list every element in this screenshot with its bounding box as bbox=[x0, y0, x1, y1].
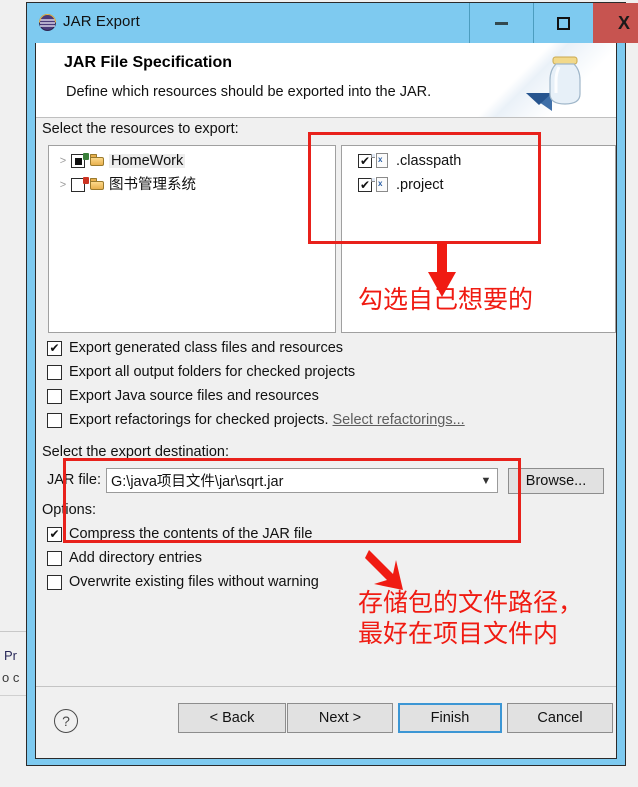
xml-file-icon: x bbox=[371, 177, 393, 193]
option-export-all-output-folders[interactable]: Export all output folders for checked pr… bbox=[47, 364, 355, 380]
checkbox-export-all-output-folders[interactable] bbox=[47, 364, 62, 380]
maximize-icon bbox=[557, 16, 570, 30]
close-button[interactable]: X bbox=[593, 3, 638, 43]
chevron-right-icon[interactable]: > bbox=[55, 155, 71, 167]
jar-export-icon bbox=[39, 14, 56, 31]
background-text-fragment-1: Pr bbox=[4, 648, 17, 663]
minimize-button[interactable] bbox=[469, 3, 533, 43]
finish-button[interactable]: Finish bbox=[398, 703, 502, 733]
back-button[interactable]: < Back bbox=[178, 703, 286, 733]
option-export-generated-class-files[interactable]: Export generated class files and resourc… bbox=[47, 340, 343, 356]
checkbox-export-refactorings[interactable] bbox=[47, 412, 62, 428]
option-overwrite-existing-files[interactable]: Overwrite existing files without warning bbox=[47, 574, 319, 590]
label-export-all-output-folders: Export all output folders for checked pr… bbox=[69, 364, 356, 380]
dialog-body: JAR File Specification Define which reso… bbox=[35, 43, 617, 759]
file-checkbox-classpath[interactable] bbox=[358, 154, 372, 168]
annotation-note-bottom-line1: 存储包的文件路径， bbox=[358, 588, 584, 617]
screen: Pr o c JAR Export X JAR File Specificati… bbox=[0, 0, 638, 787]
option-add-directory-entries[interactable]: Add directory entries bbox=[47, 550, 202, 566]
jar-file-input[interactable]: G:\java项目文件\jar\sqrt.jar ▼ bbox=[106, 468, 498, 493]
file-label-classpath: .classpath bbox=[396, 152, 462, 169]
minimize-icon bbox=[495, 21, 508, 25]
chevron-down-icon[interactable]: ▼ bbox=[475, 475, 497, 487]
project-folder-warning-icon bbox=[83, 177, 106, 193]
background-text-fragment-2: o c bbox=[2, 670, 20, 685]
tree-label-library-system: 图书管理系统 bbox=[109, 176, 196, 193]
resources-label: Select the resources to export: bbox=[42, 121, 239, 137]
option-export-refactorings[interactable]: Export refactorings for checked projects… bbox=[47, 412, 465, 428]
options-label: Options: bbox=[42, 502, 96, 518]
jar-export-dialog: JAR Export X JAR File Specification Defi… bbox=[26, 2, 638, 766]
label-compress-contents: Compress the contents of the JAR file bbox=[69, 526, 313, 542]
tree-label-homework: HomeWork bbox=[109, 152, 186, 169]
option-compress-contents[interactable]: Compress the contents of the JAR file bbox=[47, 526, 312, 542]
file-checkbox-project[interactable] bbox=[358, 178, 372, 192]
jar-file-label: JAR file: bbox=[47, 472, 101, 488]
option-export-java-source-files[interactable]: Export Java source files and resources bbox=[47, 388, 319, 404]
file-row-project[interactable]: x .project bbox=[342, 173, 615, 197]
maximize-button[interactable] bbox=[533, 3, 593, 43]
tree-row-homework[interactable]: > HomeWork bbox=[49, 149, 335, 173]
label-overwrite-existing-files: Overwrite existing files without warning bbox=[69, 574, 319, 590]
jar-bottle-icon bbox=[526, 56, 581, 111]
annotation-note-bottom-line2: 最好在项目文件内 bbox=[358, 619, 559, 648]
tree-row-library-system[interactable]: > 图书管理系统 bbox=[49, 173, 335, 197]
annotation-note-top: 勾选自己想要的 bbox=[358, 285, 534, 314]
close-icon: X bbox=[617, 13, 630, 33]
project-folder-icon bbox=[83, 153, 106, 169]
title-bar[interactable]: JAR Export X bbox=[27, 3, 638, 43]
help-icon[interactable]: ? bbox=[54, 709, 78, 733]
label-export-java-source-files: Export Java source files and resources bbox=[69, 388, 319, 404]
page-subtitle: Define which resources should be exporte… bbox=[66, 84, 432, 100]
jar-file-value: G:\java项目文件\jar\sqrt.jar bbox=[111, 474, 284, 490]
project-tree[interactable]: > HomeWork > 图书管理系统 bbox=[48, 145, 336, 333]
xml-file-icon: x bbox=[371, 153, 393, 169]
label-export-refactorings: Export refactorings for checked projects… bbox=[69, 412, 329, 428]
checkbox-compress-contents[interactable] bbox=[47, 526, 62, 542]
select-refactorings-link[interactable]: Select refactorings... bbox=[333, 412, 465, 428]
page-title: JAR File Specification bbox=[64, 54, 233, 71]
checkbox-overwrite-existing-files[interactable] bbox=[47, 574, 62, 590]
destination-label: Select the export destination: bbox=[42, 444, 230, 460]
next-button[interactable]: Next > bbox=[287, 703, 393, 733]
file-row-classpath[interactable]: x .classpath bbox=[342, 149, 615, 173]
dialog-footer: ? < Back Next > Finish Cancel bbox=[36, 686, 616, 758]
file-label-project: .project bbox=[396, 176, 444, 193]
chevron-right-icon[interactable]: > bbox=[55, 179, 71, 191]
cancel-button[interactable]: Cancel bbox=[507, 703, 613, 733]
browse-button[interactable]: Browse... bbox=[508, 468, 604, 494]
dialog-banner: JAR File Specification Define which reso… bbox=[36, 43, 616, 118]
label-add-directory-entries: Add directory entries bbox=[69, 550, 202, 566]
window-title: JAR Export bbox=[63, 13, 140, 30]
label-export-generated-class-files: Export generated class files and resourc… bbox=[69, 340, 344, 356]
checkbox-export-java-source-files[interactable] bbox=[47, 388, 62, 404]
checkbox-export-generated-class-files[interactable] bbox=[47, 340, 62, 356]
checkbox-add-directory-entries[interactable] bbox=[47, 550, 62, 566]
